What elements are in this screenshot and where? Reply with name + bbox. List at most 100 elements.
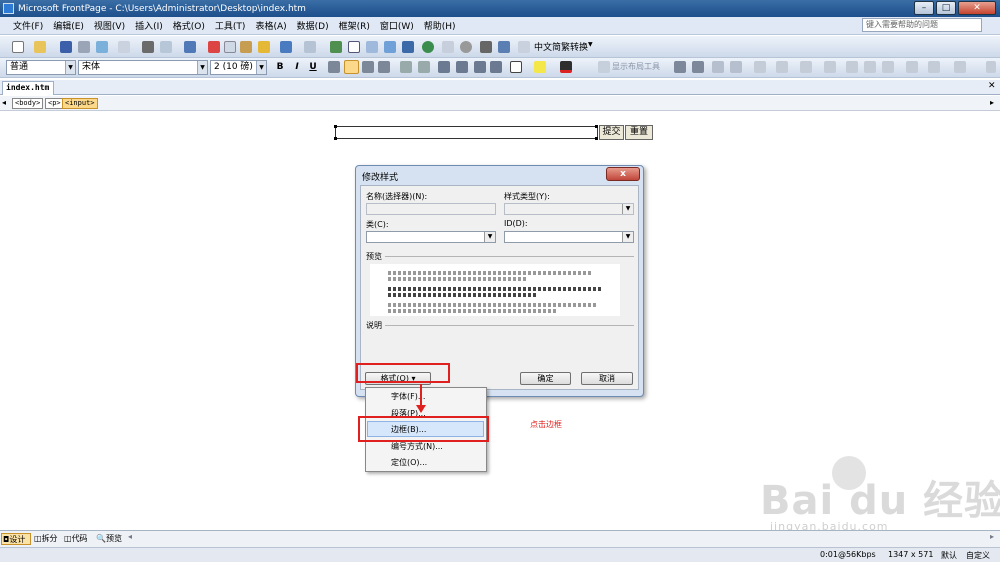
close-window-button[interactable]: ✕ — [958, 1, 996, 15]
tab-code[interactable]: ◫代码 — [63, 533, 88, 545]
split-cells-icon[interactable] — [824, 61, 836, 73]
ok-button[interactable]: 确定 — [520, 372, 571, 385]
minimize-button[interactable]: – — [914, 1, 934, 15]
chevron-down-icon[interactable]: ▼ — [588, 41, 593, 48]
help-icon[interactable] — [498, 41, 510, 53]
decrease-indent-icon[interactable] — [474, 61, 486, 73]
table-props-icon[interactable] — [730, 61, 742, 73]
toggle-pane-icon[interactable] — [118, 41, 130, 53]
decrease-font-icon[interactable] — [418, 61, 430, 73]
menu-tools[interactable]: 工具(T) — [210, 19, 251, 32]
close-document-icon[interactable]: ✕ — [988, 81, 996, 91]
preview-browser-icon[interactable] — [160, 41, 172, 53]
insert-hyperlink-icon[interactable] — [422, 41, 434, 53]
reset-button[interactable]: 重置 — [625, 125, 653, 140]
tag-back-icon[interactable]: ◂ — [2, 98, 6, 107]
cut-icon[interactable] — [208, 41, 220, 53]
borders-icon[interactable] — [510, 61, 522, 73]
copy-icon[interactable] — [224, 41, 236, 53]
text-input-field[interactable] — [335, 126, 598, 139]
scroll-left-icon[interactable]: ◂ — [128, 532, 132, 541]
save-icon[interactable] — [60, 41, 72, 53]
name-selector-input[interactable] — [366, 203, 496, 215]
spelling-icon[interactable] — [184, 41, 196, 53]
undo-icon[interactable] — [280, 41, 292, 53]
submit-button[interactable]: 提交 — [599, 125, 624, 140]
highlight-color-icon[interactable] — [534, 61, 546, 73]
drawing-icon[interactable] — [402, 41, 414, 53]
new-page-icon[interactable] — [12, 41, 24, 53]
insert-layer-icon[interactable] — [330, 41, 342, 53]
menu-table[interactable]: 表格(A) — [250, 19, 291, 32]
style-type-select[interactable]: ▼ — [504, 203, 634, 215]
distribute-rows-icon[interactable] — [906, 61, 918, 73]
menu-file[interactable]: 文件(F) — [8, 19, 48, 32]
insert-row-icon[interactable] — [754, 61, 766, 73]
insert-column-icon[interactable] — [776, 61, 788, 73]
underline-button[interactable]: U — [306, 60, 320, 74]
open-folder-icon[interactable] — [34, 41, 46, 53]
refresh-icon[interactable] — [442, 41, 454, 53]
bullets-icon[interactable] — [456, 61, 468, 73]
convert-icon[interactable] — [518, 41, 530, 53]
align-left-icon[interactable] — [328, 61, 340, 73]
tab-index-htm[interactable]: index.htm — [2, 81, 54, 95]
selection-handle[interactable] — [595, 137, 598, 140]
cell-props-icon[interactable] — [712, 61, 724, 73]
font-select[interactable]: 宋体 ▼ — [78, 60, 208, 75]
paste-icon[interactable] — [240, 41, 252, 53]
publish-icon[interactable] — [78, 41, 90, 53]
cancel-button[interactable]: 取消 — [581, 372, 633, 385]
frontpage-app-icon[interactable] — [3, 3, 14, 14]
menu-item-position[interactable]: 定位(O)... — [391, 457, 427, 468]
align-middle-icon[interactable] — [864, 61, 876, 73]
distribute-cols-icon[interactable] — [928, 61, 940, 73]
menu-help[interactable]: 帮助(H) — [419, 19, 461, 32]
dialog-close-button[interactable]: x — [606, 167, 640, 181]
insert-table-icon[interactable] — [348, 41, 360, 53]
selection-handle[interactable] — [334, 125, 337, 128]
selection-handle[interactable] — [334, 137, 337, 140]
menu-frames[interactable]: 框架(R) — [334, 19, 375, 32]
maximize-button[interactable]: □ — [936, 1, 956, 15]
print-icon[interactable] — [142, 41, 154, 53]
style-select[interactable]: 普通 ▼ — [6, 60, 76, 75]
page-dimensions-status[interactable]: 1347 x 571 — [888, 550, 933, 559]
tag-forward-icon[interactable]: ▸ — [990, 98, 994, 107]
numbering-icon[interactable] — [438, 61, 450, 73]
layout-tools-icon[interactable] — [598, 61, 610, 73]
font-size-select[interactable]: 2 (10 磅) ▼ — [210, 60, 267, 75]
show-layout-tools-button[interactable]: 显示布局工具 — [612, 61, 660, 72]
web-component-icon[interactable] — [96, 41, 108, 53]
justify-icon[interactable] — [378, 61, 390, 73]
fill-color-icon[interactable] — [954, 61, 966, 73]
stop-icon[interactable] — [460, 41, 472, 53]
tab-split[interactable]: ◫拆分 — [33, 533, 58, 545]
menu-window[interactable]: 窗口(W) — [375, 19, 419, 32]
menu-insert[interactable]: 插入(I) — [130, 19, 168, 32]
table-erase-icon[interactable] — [692, 61, 704, 73]
menu-item-numbering[interactable]: 编号方式(N)... — [391, 441, 443, 452]
insert-picture-icon[interactable] — [384, 41, 396, 53]
font-color-icon[interactable] — [560, 61, 572, 73]
selection-handle[interactable] — [595, 125, 598, 128]
menu-format[interactable]: 格式(O) — [168, 19, 210, 32]
show-all-icon[interactable] — [480, 41, 492, 53]
increase-font-icon[interactable] — [400, 61, 412, 73]
id-select[interactable]: ▼ — [504, 231, 634, 243]
help-search-input[interactable]: 键入需要帮助的问题 — [862, 18, 982, 32]
insert-form-icon[interactable] — [366, 41, 378, 53]
align-center-icon[interactable] — [344, 60, 359, 74]
menu-data[interactable]: 数据(D) — [292, 19, 334, 32]
increase-indent-icon[interactable] — [490, 61, 502, 73]
italic-button[interactable]: I — [290, 60, 304, 74]
tag-p[interactable]: <p> — [45, 98, 64, 109]
table-draw-icon[interactable] — [674, 61, 686, 73]
redo-icon[interactable] — [304, 41, 316, 53]
format-painter-icon[interactable] — [258, 41, 270, 53]
bold-button[interactable]: B — [273, 60, 287, 74]
class-select[interactable]: ▼ — [366, 231, 496, 243]
align-right-icon[interactable] — [362, 61, 374, 73]
menu-view[interactable]: 视图(V) — [89, 19, 130, 32]
tag-input[interactable]: <input> — [62, 98, 98, 109]
